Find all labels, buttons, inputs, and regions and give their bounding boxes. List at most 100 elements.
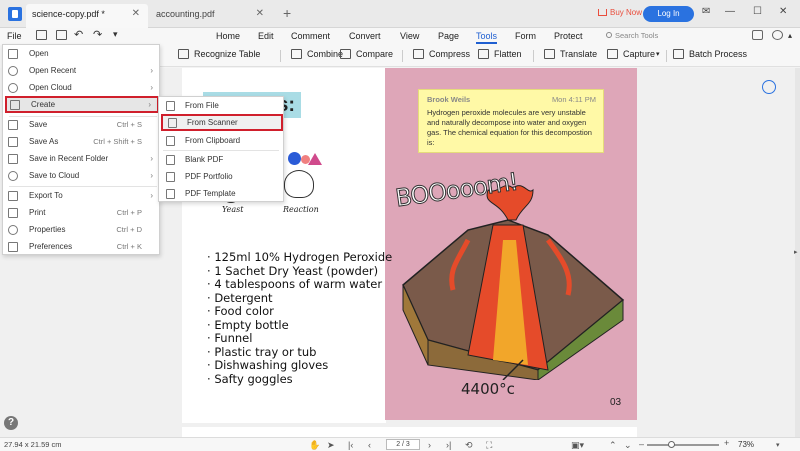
- menu-item-open[interactable]: Open: [5, 45, 159, 62]
- menu-item-label: Save in Recent Folder: [29, 154, 109, 163]
- login-button[interactable]: Log In: [643, 6, 694, 22]
- chevron-right-icon[interactable]: ▸: [794, 248, 798, 256]
- previous-page-icon[interactable]: ‹: [368, 440, 371, 450]
- menu-item-save-recent-folder[interactable]: Save in Recent Folder ›: [5, 150, 159, 167]
- sticky-note-comment[interactable]: Brook Weils Mon 4:11 PM Hydrogen peroxid…: [418, 89, 604, 153]
- tool-label: Capture: [623, 49, 656, 59]
- menu-item-properties[interactable]: Properties Ctrl + D: [5, 221, 159, 238]
- last-page-icon[interactable]: ›|: [446, 440, 451, 450]
- hand-tool-icon[interactable]: ✋: [309, 440, 320, 451]
- capture-button[interactable]: Capture ▾: [607, 49, 660, 59]
- tab-convert[interactable]: Convert: [349, 31, 381, 41]
- down-page-icon[interactable]: ⌄: [624, 440, 632, 451]
- translate-icon: [544, 49, 555, 59]
- up-page-icon[interactable]: ⌃: [609, 440, 617, 451]
- translate-button[interactable]: Translate: [544, 49, 597, 59]
- close-window-icon[interactable]: ✕: [779, 6, 787, 17]
- menu-item-preferences[interactable]: Preferences Ctrl + K: [5, 238, 159, 255]
- combine-button[interactable]: Combine: [291, 49, 343, 59]
- tab-science-copy[interactable]: science-copy.pdf * ✕: [26, 4, 148, 28]
- first-page-icon[interactable]: |‹: [348, 440, 353, 450]
- create-submenu: From File From Scanner From Clipboard Bl…: [158, 96, 284, 202]
- tab-edit[interactable]: Edit: [258, 31, 274, 41]
- zoom-slider[interactable]: [647, 444, 719, 446]
- menu-item-export-to[interactable]: Export To ›: [5, 187, 159, 204]
- maximize-icon[interactable]: ☐: [753, 6, 762, 17]
- flatten-button[interactable]: Flatten: [478, 49, 522, 59]
- add-tab-icon[interactable]: +: [283, 5, 291, 21]
- menu-shortcut: Ctrl + D: [116, 225, 142, 234]
- note-time: Mon 4:11 PM: [551, 95, 596, 104]
- menu-item-print[interactable]: Print Ctrl + P: [5, 204, 159, 221]
- tab-accounting[interactable]: accounting.pdf ✕: [150, 4, 272, 28]
- menu-item-save[interactable]: Save Ctrl + S: [5, 116, 159, 133]
- list-item: Safty goggles: [207, 372, 392, 387]
- collapse-ribbon-icon[interactable]: ▴: [788, 31, 799, 41]
- combine-icon: [291, 49, 302, 59]
- menu-item-save-to-cloud[interactable]: Save to Cloud ›: [5, 167, 159, 184]
- view-mode-icon[interactable]: ▣▾: [571, 440, 584, 451]
- compress-button[interactable]: Compress: [413, 49, 470, 59]
- menu-item-pdf-template[interactable]: PDF Template: [161, 185, 283, 202]
- close-icon[interactable]: ✕: [132, 8, 140, 19]
- next-page-icon[interactable]: ›: [428, 440, 431, 450]
- menu-item-save-as[interactable]: Save As Ctrl + Shift + S: [5, 133, 159, 150]
- menu-item-pdf-portfolio[interactable]: PDF Portfolio: [161, 168, 283, 185]
- recognize-table-button[interactable]: Recognize Table: [178, 49, 260, 59]
- menu-item-from-scanner[interactable]: From Scanner: [161, 114, 283, 131]
- customize-quick-access-icon[interactable]: ▾: [113, 29, 124, 39]
- menu-shortcut: Ctrl + K: [116, 242, 142, 251]
- menu-item-from-clipboard[interactable]: From Clipboard: [161, 132, 283, 149]
- buy-now-link[interactable]: Buy Now: [610, 8, 642, 17]
- help-icon[interactable]: [772, 30, 783, 40]
- list-item: Empty bottle: [207, 318, 392, 333]
- help-icon[interactable]: ?: [4, 416, 18, 430]
- page-number-input[interactable]: 2 / 3: [386, 439, 420, 450]
- menu-item-blank-pdf[interactable]: Blank PDF: [161, 151, 283, 168]
- menu-item-from-file[interactable]: From File: [161, 97, 283, 114]
- undo-icon[interactable]: ↶: [74, 28, 85, 41]
- rotate-icon[interactable]: ⟲: [465, 440, 473, 451]
- menu-item-open-recent[interactable]: Open Recent ›: [5, 62, 159, 79]
- zoom-value[interactable]: 73%: [738, 440, 754, 449]
- word-convert-icon[interactable]: [762, 80, 776, 94]
- message-icon[interactable]: ✉: [702, 6, 710, 17]
- tab-tools[interactable]: Tools: [476, 31, 498, 44]
- menu-item-create[interactable]: Create ›: [5, 96, 159, 113]
- upload-cloud-icon[interactable]: [752, 30, 763, 40]
- select-tool-icon[interactable]: ➤: [327, 440, 335, 451]
- chevron-right-icon: ›: [150, 171, 153, 180]
- search-tools-input[interactable]: Search Tools: [606, 31, 658, 40]
- menu-item-label: Open: [29, 49, 49, 58]
- file-icon: [166, 100, 175, 111]
- compare-button[interactable]: Compare: [340, 49, 393, 59]
- capture-icon: [607, 49, 618, 59]
- tab-protect[interactable]: Protect: [554, 31, 583, 41]
- preferences-icon: [8, 241, 18, 252]
- menu-item-open-cloud[interactable]: Open Cloud ›: [5, 79, 159, 96]
- tab-form[interactable]: Form: [515, 31, 536, 41]
- save-quick-icon[interactable]: [36, 30, 47, 40]
- menu-item-label: Create: [31, 100, 56, 109]
- tab-view[interactable]: View: [400, 31, 419, 41]
- tab-home[interactable]: Home: [216, 31, 240, 41]
- tab-comment[interactable]: Comment: [291, 31, 330, 41]
- zoom-slider-handle[interactable]: [667, 441, 675, 448]
- fit-page-icon[interactable]: ⛶: [486, 440, 492, 451]
- zoom-dropdown-icon[interactable]: ▾: [776, 441, 780, 449]
- menu-item-label: PDF Portfolio: [185, 172, 233, 181]
- tool-label: Flatten: [494, 49, 522, 59]
- search-icon: [606, 32, 612, 38]
- redo-icon[interactable]: ↷: [93, 28, 104, 41]
- zoom-out-icon[interactable]: –: [639, 439, 644, 449]
- minimize-icon[interactable]: —: [725, 6, 735, 17]
- tab-page[interactable]: Page: [438, 31, 459, 41]
- divider: [533, 50, 534, 62]
- zoom-in-icon[interactable]: +: [724, 438, 729, 448]
- batch-process-button[interactable]: Batch Process: [673, 49, 747, 59]
- file-menu-button[interactable]: File: [7, 31, 22, 41]
- chevron-right-icon: ›: [150, 83, 153, 92]
- print-quick-icon[interactable]: [56, 30, 67, 40]
- tool-label: Batch Process: [689, 49, 748, 59]
- close-icon[interactable]: ✕: [256, 8, 264, 19]
